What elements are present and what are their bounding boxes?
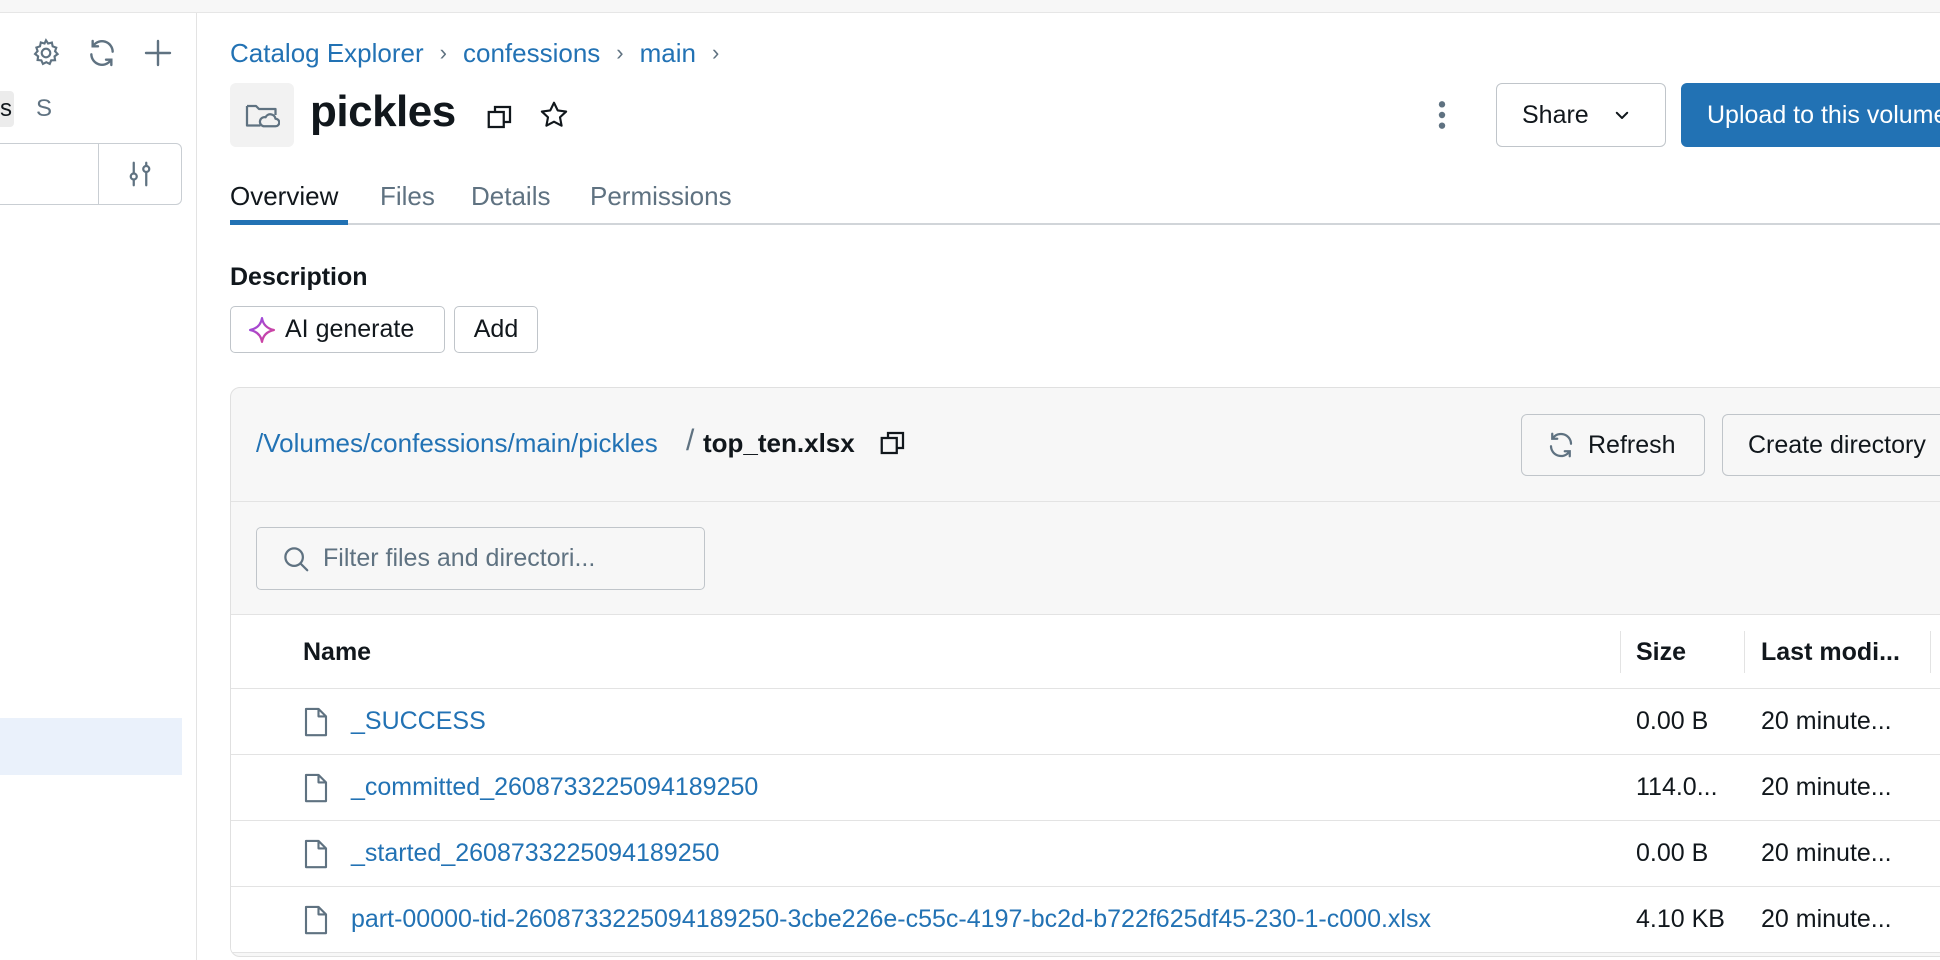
current-file-name: top_ten.xlsx (703, 428, 855, 458)
breadcrumb-catalog-explorer[interactable]: Catalog Explorer (230, 38, 424, 69)
file-icon (303, 839, 333, 871)
table-row[interactable]: part-00000-tid-2608733225094189250-3cbe2… (231, 887, 1940, 953)
file-size: 0.00 B (1636, 707, 1709, 735)
refresh-icon (1546, 430, 1576, 460)
file-modified: 20 minute... (1761, 707, 1892, 735)
file-name-link[interactable]: _committed_2608733225094189250 (351, 773, 758, 802)
file-modified: 20 minute... (1761, 773, 1892, 801)
main-content: Catalog Explorer › confessions › main › … (230, 13, 1940, 960)
tab-files[interactable]: Files (380, 168, 435, 225)
share-button[interactable]: Share (1496, 83, 1666, 147)
upload-button[interactable]: Upload to this volume (1681, 83, 1940, 147)
table-row[interactable]: _SUCCESS 0.00 B 20 minute... (231, 689, 1940, 755)
files-table: Name Size Last modi... _SUCCESS 0.00 B 2… (231, 615, 1940, 953)
copy-icon[interactable] (482, 99, 518, 135)
refresh-label: Refresh (1588, 430, 1676, 459)
description-label: Description (230, 263, 368, 291)
sparkle-icon (247, 315, 277, 345)
sidebar-search-input[interactable] (0, 143, 99, 205)
file-name-link[interactable]: _started_2608733225094189250 (351, 839, 719, 868)
column-divider[interactable] (1930, 631, 1931, 673)
share-button-label: Share (1522, 100, 1589, 129)
filter-row (231, 502, 1940, 615)
column-header-name[interactable]: Name (303, 615, 371, 689)
plus-icon[interactable] (140, 35, 176, 71)
create-directory-button[interactable]: Create directory (1722, 414, 1940, 476)
breadcrumb-separator: › (711, 40, 720, 65)
file-modified: 20 minute... (1761, 839, 1892, 867)
file-icon (303, 773, 333, 805)
file-browser-panel: /Volumes/confessions/main/pickles / top_… (230, 387, 1940, 957)
file-name-link[interactable]: part-00000-tid-2608733225094189250-3cbe2… (351, 905, 1431, 934)
chevron-down-icon (1613, 106, 1631, 124)
breadcrumb-schema[interactable]: main (640, 38, 696, 69)
table-row[interactable]: _started_2608733225094189250 0.00 B 20 m… (231, 821, 1940, 887)
ai-generate-button[interactable]: AI generate (230, 306, 445, 353)
file-size: 4.10 KB (1636, 905, 1725, 933)
breadcrumb-separator: › (439, 40, 447, 65)
sidebar-tab[interactable]: S (36, 91, 52, 127)
breadcrumb-catalog[interactable]: confessions (463, 38, 600, 69)
column-header-last-modified[interactable]: Last modi... (1761, 615, 1900, 689)
volume-icon (230, 83, 294, 147)
title-row: pickles Share Upload to this volume (230, 83, 1940, 147)
filter-files-input[interactable] (323, 544, 683, 573)
tab-details[interactable]: Details (471, 168, 550, 225)
breadcrumb-separator: › (616, 40, 624, 65)
table-row[interactable]: _committed_2608733225094189250 114.0... … (231, 755, 1940, 821)
add-description-button[interactable]: Add (454, 306, 538, 353)
gear-icon[interactable] (28, 35, 64, 71)
left-sidebar: s S (0, 13, 197, 960)
path-separator: / (686, 424, 695, 457)
file-modified: 20 minute... (1761, 905, 1892, 933)
file-size: 114.0... (1636, 773, 1718, 801)
search-icon (281, 544, 311, 574)
star-icon[interactable] (536, 97, 572, 133)
copy-path-icon[interactable] (875, 425, 911, 461)
active-tab-indicator (230, 220, 348, 225)
file-icon (303, 905, 333, 937)
column-header-size[interactable]: Size (1636, 615, 1686, 689)
filter-sliders-icon[interactable] (98, 143, 182, 205)
column-divider[interactable] (1744, 631, 1745, 673)
table-header: Name Size Last modi... (231, 615, 1940, 689)
sidebar-selected-item[interactable] (0, 718, 182, 775)
tab-permissions[interactable]: Permissions (590, 168, 732, 225)
filter-files-field[interactable] (256, 527, 705, 590)
sidebar-tab-active[interactable]: s (0, 91, 14, 127)
sidebar-toolbar (0, 35, 190, 71)
path-bar: /Volumes/confessions/main/pickles / top_… (231, 388, 1940, 502)
volume-path-link[interactable]: /Volumes/confessions/main/pickles (256, 428, 658, 459)
refresh-icon[interactable] (84, 35, 120, 71)
refresh-button[interactable]: Refresh (1521, 414, 1705, 476)
file-size: 0.00 B (1636, 839, 1709, 867)
top-strip (0, 0, 1940, 13)
tab-bar: Overview Files Details Permissions (230, 168, 1940, 225)
file-name-link[interactable]: _SUCCESS (351, 707, 486, 736)
page-title: pickles (310, 87, 456, 136)
breadcrumb: Catalog Explorer › confessions › main › (230, 35, 735, 71)
ai-generate-label: AI generate (285, 315, 415, 343)
tab-overview[interactable]: Overview (230, 168, 338, 225)
file-icon (303, 707, 333, 739)
more-options-icon[interactable] (1424, 93, 1460, 137)
column-divider[interactable] (1620, 631, 1621, 673)
